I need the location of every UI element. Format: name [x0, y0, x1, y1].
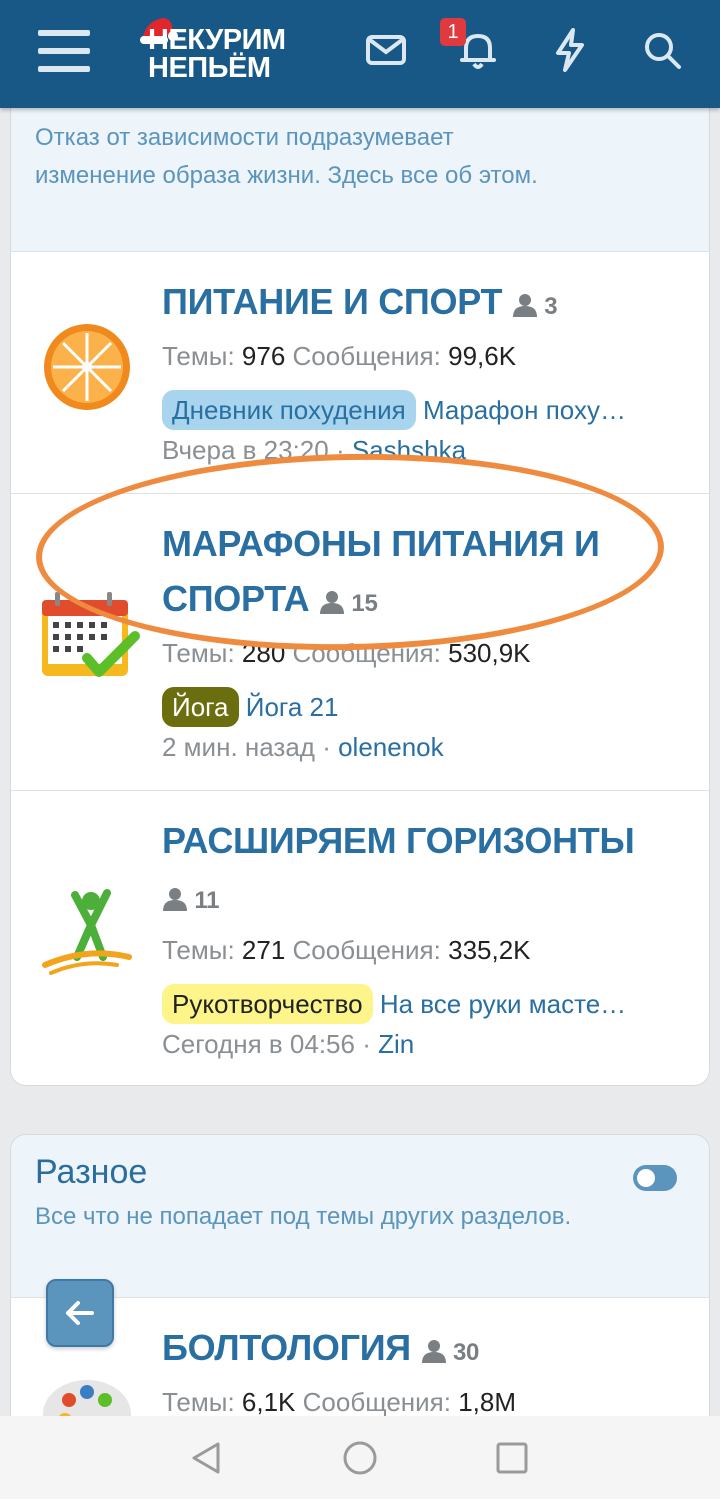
- forum-title-link[interactable]: БОЛТОЛОГИЯ 30: [162, 1320, 687, 1380]
- forum-stats: Темы: 976 Сообщения: 99,6K: [162, 336, 687, 376]
- user-icon: [512, 294, 537, 317]
- messages-count: 1,8M: [458, 1387, 517, 1417]
- last-post-time: 2 мин. назад: [162, 732, 315, 762]
- thread-link[interactable]: Йога 21: [246, 692, 339, 722]
- category-description: Отказ от зависимости подразумевает измен…: [35, 124, 538, 189]
- messages-label: Сообщения:: [302, 1387, 451, 1417]
- category-title[interactable]: Разное: [35, 1153, 685, 1192]
- orange-slice-icon: [44, 324, 130, 410]
- separator: ·: [314, 732, 339, 762]
- last-post-user[interactable]: olenenok: [338, 732, 444, 762]
- last-post-time: Сегодня в 04:56: [162, 1029, 355, 1059]
- forum-title-link[interactable]: ПИТАНИЕ И СПОРТ 3: [162, 274, 687, 334]
- forum-stats: Темы: 271 Сообщения: 335,2K: [162, 930, 687, 970]
- forum-title[interactable]: БОЛТОЛОГИЯ: [162, 1327, 411, 1368]
- online-users-count: 3: [544, 293, 558, 320]
- last-post-user[interactable]: Zin: [378, 1029, 414, 1059]
- messages-count: 335,2K: [448, 935, 531, 965]
- person-horizon-icon: [42, 889, 132, 975]
- recent-apps-square-icon[interactable]: [492, 1438, 532, 1478]
- forum-title-link[interactable]: РАСШИРЯЕМ ГОРИЗОНТЫ 11: [162, 813, 687, 928]
- last-post[interactable]: Дневник похудения Марафон поху…: [162, 390, 687, 430]
- themes-count: 271: [241, 935, 286, 965]
- thread-prefix[interactable]: Йога: [162, 687, 239, 727]
- notification-count-badge: 1: [440, 18, 466, 46]
- last-post-meta: Сегодня в 04:56 · Zin: [162, 1024, 687, 1064]
- themes-label: Темы:: [162, 1387, 235, 1417]
- thread-prefix[interactable]: Дневник похудения: [162, 390, 416, 430]
- last-post[interactable]: Йога Йога 21: [162, 687, 687, 727]
- arrow-left-icon: [66, 1301, 94, 1325]
- system-navigation-bar: [0, 1416, 720, 1499]
- themes-label: Темы:: [162, 935, 235, 965]
- search-icon[interactable]: [634, 22, 690, 78]
- thread-link[interactable]: Марафон поху…: [423, 395, 626, 425]
- back-button[interactable]: [46, 1279, 114, 1347]
- category-header[interactable]: Разное Все что не попадает под темы друг…: [11, 1135, 709, 1297]
- online-users-badge: 11: [162, 873, 219, 928]
- collapse-toggle[interactable]: [633, 1165, 677, 1191]
- last-post[interactable]: Рукотворчество На все руки масте…: [162, 984, 687, 1024]
- themes-label: Темы:: [162, 341, 235, 371]
- thread-link[interactable]: На все руки масте…: [380, 989, 626, 1019]
- user-icon: [163, 888, 187, 911]
- back-triangle-icon[interactable]: [186, 1438, 226, 1478]
- online-users-badge: 30: [421, 1325, 479, 1380]
- home-circle-icon[interactable]: [340, 1438, 380, 1478]
- lightning-icon[interactable]: [542, 22, 598, 78]
- messages-count: 530,9K: [448, 638, 531, 668]
- online-users-count: 30: [452, 1339, 480, 1366]
- messages-label: Сообщения:: [292, 935, 441, 965]
- themes-count: 976: [241, 341, 286, 371]
- last-post-meta: 2 мин. назад · olenenok: [162, 727, 687, 767]
- category-description: Все что не попадает под темы других разд…: [35, 1203, 572, 1230]
- forum-row[interactable]: РАСШИРЯЕМ ГОРИЗОНТЫ 11 Темы: 271 Сообщен…: [11, 790, 709, 1085]
- online-users-badge: 3: [512, 279, 558, 334]
- online-users-count: 11: [194, 887, 220, 914]
- forum-title[interactable]: РАСШИРЯЕМ ГОРИЗОНТЫ: [162, 820, 635, 861]
- logo-line2: НЕПЬЁМ: [148, 52, 271, 84]
- mail-icon[interactable]: [358, 22, 414, 78]
- themes-count: 6,1K: [241, 1387, 296, 1417]
- forum-title[interactable]: ПИТАНИЕ И СПОРТ: [162, 281, 502, 322]
- messages-count: 99,6K: [448, 341, 517, 371]
- category-card-misc: Разное Все что не попадает под темы друг…: [10, 1134, 710, 1454]
- top-navigation-bar: НЕКУРИМ НЕПЬЁМ 1: [0, 0, 720, 108]
- menu-icon[interactable]: [38, 30, 90, 72]
- site-logo[interactable]: НЕКУРИМ НЕПЬЁМ: [138, 14, 328, 84]
- messages-label: Сообщения:: [292, 341, 441, 371]
- separator: ·: [354, 1029, 379, 1059]
- user-icon: [421, 1340, 446, 1363]
- thread-prefix[interactable]: Рукотворчество: [162, 984, 373, 1024]
